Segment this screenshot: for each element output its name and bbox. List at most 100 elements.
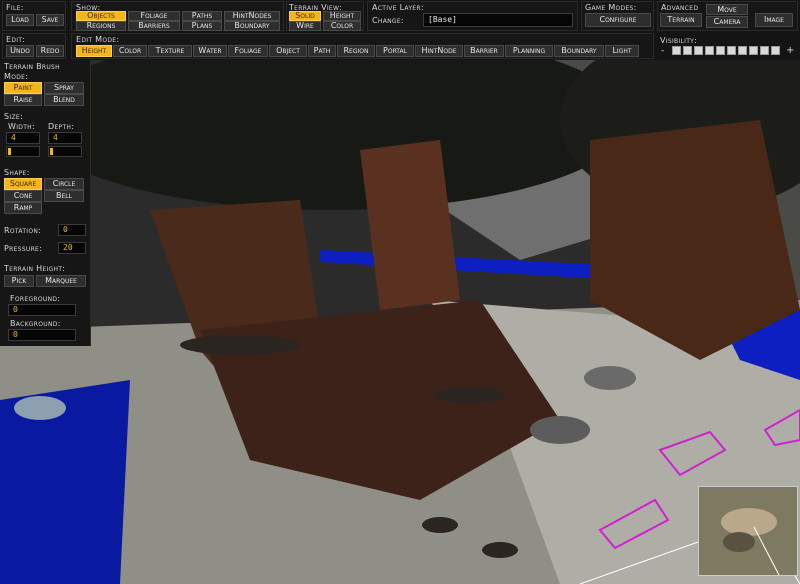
show-barriers-button[interactable]: Barriers <box>128 21 180 31</box>
mode-paint-button[interactable]: Paint <box>4 82 42 94</box>
image-button[interactable]: Image <box>755 13 793 27</box>
terrain-button[interactable]: Terrain <box>660 13 702 27</box>
depth-label: Depth: <box>48 122 75 131</box>
depth-slider[interactable] <box>48 146 82 157</box>
camera-button[interactable]: Camera <box>706 16 748 28</box>
show-plans-button[interactable]: Plans <box>182 21 222 31</box>
edit-mode-color-button[interactable]: Color <box>113 45 147 57</box>
rotation-field[interactable]: 0 <box>58 224 86 236</box>
shape-bell-button[interactable]: Bell <box>44 190 84 202</box>
show-boundary-button[interactable]: Boundary <box>224 21 280 31</box>
show-foliage-button[interactable]: Foliage <box>128 11 180 21</box>
terrain-view-height-button[interactable]: Height <box>323 11 361 21</box>
width-slider[interactable] <box>6 146 40 157</box>
load-button[interactable]: Load <box>6 14 34 26</box>
edit-mode-water-button[interactable]: Water <box>193 45 227 57</box>
active-layer-panel: Active Layer: Change: [Base] <box>367 1 578 31</box>
visibility-box[interactable] <box>716 46 725 55</box>
active-layer-label: Active Layer: <box>372 3 424 12</box>
scene-render <box>0 0 800 584</box>
shape-circle-button[interactable]: Circle <box>44 178 84 190</box>
depth-slider-knob[interactable] <box>50 148 53 155</box>
minimap-render <box>699 487 797 576</box>
edit-mode-path-button[interactable]: Path <box>308 45 336 57</box>
edit-label: Edit: <box>6 35 26 44</box>
advanced-label: Advanced <box>661 3 699 12</box>
edit-mode-panel: Edit Mode: Height Color Texture Water Foliag… <box>71 33 654 59</box>
terrain-view-panel: Terrain View: Solid Height Wire Color <box>286 1 364 31</box>
background-label: Background: <box>10 319 61 328</box>
width-slider-knob[interactable] <box>8 148 11 155</box>
show-panel: Show: Objects Foliage Paths HintNodes Re… <box>71 1 284 31</box>
shape-ramp-button[interactable]: Ramp <box>4 202 42 214</box>
visibility-box[interactable] <box>738 46 747 55</box>
mode-label: Mode: <box>4 72 29 81</box>
minimap[interactable] <box>698 486 798 576</box>
save-button[interactable]: Save <box>36 14 64 26</box>
mode-blend-button[interactable]: Blend <box>44 94 84 106</box>
visibility-box[interactable] <box>672 46 681 55</box>
mode-raise-button[interactable]: Raise <box>4 94 42 106</box>
top-toolbar: File: Load Save Show: Objects Foliage Pa… <box>0 0 800 60</box>
edit-mode-planning-button[interactable]: Planning <box>505 45 553 57</box>
width-label: Width: <box>8 122 35 131</box>
undo-button[interactable]: Undo <box>6 45 34 57</box>
foreground-label: Foreground: <box>10 294 61 303</box>
terrain-brush-title: Terrain Brush <box>4 62 60 71</box>
show-paths-button[interactable]: Paths <box>182 11 222 21</box>
edit-mode-object-button[interactable]: Object <box>269 45 307 57</box>
visibility-box[interactable] <box>749 46 758 55</box>
terrain-height-label: Terrain Height: <box>4 264 66 273</box>
visibility-box[interactable] <box>705 46 714 55</box>
marquee-button[interactable]: Marquee <box>36 275 86 287</box>
background-field[interactable]: 0 <box>8 329 76 341</box>
edit-mode-barrier-button[interactable]: Barrier <box>464 45 504 57</box>
visibility-box[interactable] <box>694 46 703 55</box>
terrain-view-solid-button[interactable]: Solid <box>289 11 321 21</box>
show-hintnodes-button[interactable]: HintNodes <box>224 11 280 21</box>
shape-label: Shape: <box>4 168 30 177</box>
terrain-brush-panel: Terrain Brush Mode: Paint Spray Raise Bl… <box>0 60 91 346</box>
show-regions-button[interactable]: Regions <box>76 21 126 31</box>
width-field[interactable]: 4 <box>6 132 40 144</box>
3d-viewport[interactable] <box>0 0 800 584</box>
edit-mode-foliage-button[interactable]: Foliage <box>228 45 268 57</box>
rotation-label: Rotation: <box>4 226 42 235</box>
edit-mode-texture-button[interactable]: Texture <box>148 45 192 57</box>
move-button[interactable]: Move <box>706 4 748 15</box>
edit-mode-label: Edit Mode: <box>76 35 120 44</box>
edit-mode-light-button[interactable]: Light <box>605 45 639 57</box>
pick-button[interactable]: Pick <box>4 275 34 287</box>
visibility-box[interactable] <box>760 46 769 55</box>
edit-panel: Edit: Undo Redo <box>2 33 66 59</box>
configure-button[interactable]: Configure <box>585 13 651 27</box>
edit-mode-hintnode-button[interactable]: HintNode <box>415 45 463 57</box>
show-objects-button[interactable]: Objects <box>76 11 126 21</box>
visibility-box[interactable] <box>683 46 692 55</box>
size-label: Size: <box>4 112 23 121</box>
redo-button[interactable]: Redo <box>36 45 64 57</box>
game-modes-label: Game Modes: <box>585 3 637 12</box>
game-modes-panel: Game Modes: Configure <box>581 1 654 31</box>
mode-spray-button[interactable]: Spray <box>44 82 84 94</box>
active-layer-field[interactable]: [Base] <box>423 13 573 27</box>
edit-mode-height-button[interactable]: Height <box>76 45 112 57</box>
shape-cone-button[interactable]: Cone <box>4 190 42 202</box>
visibility-box[interactable] <box>727 46 736 55</box>
visibility-minus-button[interactable]: - <box>661 47 665 56</box>
terrain-view-color-button[interactable]: Color <box>323 21 361 31</box>
layer-change-label: Change: <box>372 16 404 25</box>
pressure-field[interactable]: 20 <box>58 242 86 254</box>
terrain-view-wire-button[interactable]: Wire <box>289 21 321 31</box>
edit-mode-boundary-button[interactable]: Boundary <box>554 45 604 57</box>
visibility-plus-button[interactable]: + <box>786 46 795 56</box>
visibility-box[interactable] <box>771 46 780 55</box>
edit-mode-portal-button[interactable]: Portal <box>376 45 414 57</box>
foreground-field[interactable]: 0 <box>8 304 76 316</box>
file-label: File: <box>6 3 24 12</box>
advanced-panel: Advanced Move Terrain Camera Image <box>657 1 798 31</box>
pressure-label: Pressure: <box>4 244 43 253</box>
depth-field[interactable]: 4 <box>48 132 82 144</box>
shape-square-button[interactable]: Square <box>4 178 42 190</box>
edit-mode-region-button[interactable]: Region <box>337 45 375 57</box>
